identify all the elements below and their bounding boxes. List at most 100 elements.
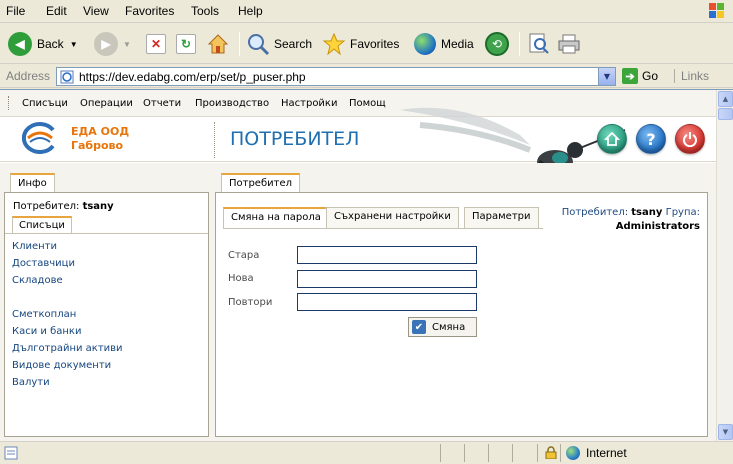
scroll-up-icon[interactable]: ▲: [718, 91, 733, 107]
star-icon: [322, 32, 346, 56]
home-button[interactable]: [597, 124, 627, 154]
refresh-icon: ↻: [176, 34, 196, 54]
tab-user[interactable]: Потребител: [221, 173, 300, 193]
search-button[interactable]: Search: [246, 30, 312, 58]
link-suppliers[interactable]: Доставчици: [12, 258, 75, 269]
user-name: tsany: [631, 207, 663, 218]
zone-label: Internet: [586, 446, 627, 460]
app-menu-operations[interactable]: Операции: [80, 98, 133, 109]
media-globe-icon: [414, 33, 436, 55]
app-menu-lists[interactable]: Списъци: [22, 98, 68, 109]
home-button[interactable]: [206, 30, 230, 58]
favorites-button[interactable]: Favorites: [322, 30, 399, 58]
ie-page-icon: [60, 70, 74, 84]
link-chart-of-accounts[interactable]: Сметкоплан: [12, 309, 76, 320]
status-cell: [464, 444, 465, 462]
company-logo-icon: [21, 122, 55, 154]
browser-menubar: File Edit View Favorites Tools Help: [0, 0, 733, 23]
menubar-grip: [8, 96, 10, 110]
forward-arrow-icon: ▶: [94, 32, 118, 56]
status-cell: [440, 444, 441, 462]
page-title: ПОТРЕБИТЕЛ: [230, 128, 360, 150]
app-menu-reports[interactable]: Отчети: [143, 98, 181, 109]
scroll-thumb[interactable]: [718, 108, 733, 120]
app-menu-production[interactable]: Производство: [195, 98, 269, 109]
menu-tools[interactable]: Tools: [191, 4, 219, 18]
menu-file[interactable]: File: [6, 4, 25, 18]
repeat-password-field[interactable]: [297, 293, 477, 311]
menu-help[interactable]: Help: [238, 4, 263, 18]
stop-button[interactable]: ✕: [146, 30, 171, 58]
status-cell: [537, 444, 538, 462]
back-button[interactable]: ◀ Back ▼: [8, 30, 78, 58]
company-info: ЕДА ООД Габрово: [71, 125, 129, 153]
print-button[interactable]: [557, 30, 581, 58]
refresh-button[interactable]: ↻: [176, 30, 201, 58]
menu-view[interactable]: View: [83, 4, 109, 18]
group-label: Група:: [665, 207, 700, 218]
link-fixed-assets[interactable]: Дълготрайни активи: [12, 343, 123, 354]
tab-info[interactable]: Инфо: [10, 173, 55, 193]
status-cell: [560, 444, 561, 462]
power-icon: [683, 132, 697, 147]
subtabs-divider: [223, 228, 543, 229]
address-dropdown-icon[interactable]: ▼: [598, 68, 615, 85]
search-label: Search: [274, 37, 313, 51]
go-button[interactable]: ➔ Go: [622, 68, 658, 84]
history-button[interactable]: ⟲: [485, 30, 514, 58]
change-password-button[interactable]: ✔ Смяна: [408, 317, 477, 337]
new-password-field[interactable]: [297, 270, 477, 288]
status-bar: Internet: [0, 441, 733, 464]
page-status-icon: [4, 446, 18, 460]
address-input[interactable]: https://dev.edabg.com/erp/set/p_puser.ph…: [56, 67, 616, 86]
page-viewport: Списъци Операции Отчети Производство Нас…: [0, 89, 733, 441]
repeat-password-label: Повтори: [228, 297, 273, 308]
stop-icon: ✕: [146, 34, 166, 54]
forward-button[interactable]: ▶ ▼: [94, 30, 131, 58]
chevron-down-icon[interactable]: ▼: [123, 40, 131, 49]
history-icon: ⟲: [485, 32, 509, 56]
address-bar: Address https://dev.edabg.com/erp/set/p_…: [0, 65, 733, 88]
go-label: Go: [642, 69, 659, 83]
address-url: https://dev.edabg.com/erp/set/p_puser.ph…: [79, 70, 306, 84]
logout-button[interactable]: [675, 124, 705, 154]
menu-edit[interactable]: Edit: [46, 4, 67, 18]
lists-divider: [5, 233, 208, 234]
tab-parameters[interactable]: Параметри: [464, 207, 539, 228]
checkmark-icon: ✔: [412, 320, 426, 334]
back-label: Back: [37, 37, 64, 51]
tab-lists[interactable]: Списъци: [12, 216, 72, 233]
tab-saved-settings[interactable]: Съхранени настройки: [326, 207, 459, 228]
lock-icon: [545, 446, 557, 459]
info-panel: Потребител: tsany Списъци Клиенти Достав…: [4, 192, 209, 437]
go-arrow-icon: ➔: [622, 68, 638, 84]
research-button[interactable]: [527, 30, 551, 58]
status-cell: [488, 444, 489, 462]
link-document-types[interactable]: Видове документи: [12, 360, 111, 371]
media-button[interactable]: Media: [414, 30, 474, 58]
link-warehouses[interactable]: Складове: [12, 275, 63, 286]
menu-favorites[interactable]: Favorites: [125, 4, 174, 18]
toolbar-separator: [239, 32, 240, 56]
scroll-down-icon[interactable]: ▼: [718, 424, 733, 440]
help-button[interactable]: ?: [636, 124, 666, 154]
link-cash-and-banks[interactable]: Каси и банки: [12, 326, 81, 337]
company-name: ЕДА ООД: [71, 125, 130, 138]
old-password-field[interactable]: [297, 246, 477, 264]
toolbar-separator: [519, 32, 520, 56]
home-icon: [604, 131, 620, 146]
windows-logo-icon: [709, 3, 724, 18]
links-button[interactable]: Links: [674, 69, 709, 83]
vertical-scrollbar[interactable]: ▲ ▼: [716, 90, 733, 441]
info-user-label: Потребител:: [13, 201, 80, 212]
erp-app: Списъци Операции Отчети Производство Нас…: [0, 90, 716, 441]
company-city: Габрово: [71, 139, 124, 152]
security-zone: Internet: [566, 446, 627, 460]
search-icon: [248, 34, 270, 56]
chevron-down-icon[interactable]: ▼: [70, 40, 78, 49]
tab-change-password[interactable]: Смяна на парола: [223, 207, 329, 229]
link-clients[interactable]: Клиенти: [12, 241, 57, 252]
link-currencies[interactable]: Валути: [12, 377, 50, 388]
browser-toolbar: ◀ Back ▼ ▶ ▼ ✕ ↻ Search Favorites Media: [0, 24, 733, 64]
app-menu-settings[interactable]: Настройки: [281, 98, 337, 109]
